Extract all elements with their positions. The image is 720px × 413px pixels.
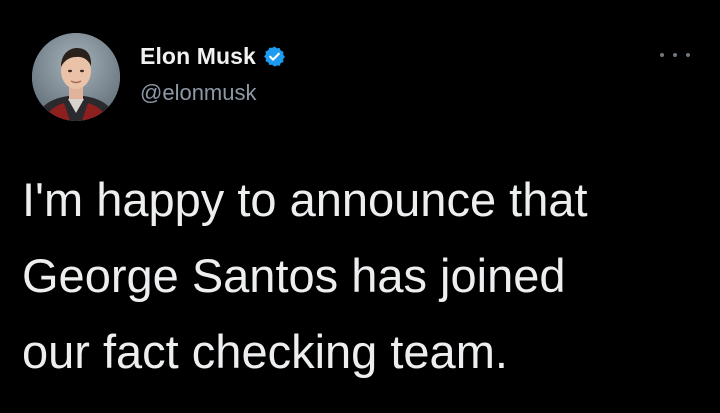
tweet-text: I'm happy to announce that George Santos… — [22, 162, 712, 390]
author-name-row: Elon Musk — [140, 40, 286, 72]
tweet-text-line: George Santos has joined — [22, 249, 566, 302]
author-handle[interactable]: @elonmusk — [140, 80, 257, 106]
more-dot — [686, 53, 690, 57]
tweet-text-line: our fact checking team. — [22, 325, 508, 378]
more-dot — [673, 53, 677, 57]
tweet-text-line: I'm happy to announce that — [22, 173, 588, 226]
more-options-icon[interactable] — [660, 45, 690, 65]
author-display-name[interactable]: Elon Musk — [140, 43, 256, 70]
tweet-card: Elon Musk @elonmusk I'm happy to announc… — [0, 0, 720, 413]
avatar-image — [32, 33, 120, 121]
more-dot — [660, 53, 664, 57]
verified-badge-icon — [263, 45, 286, 68]
profile-avatar[interactable] — [32, 33, 120, 121]
